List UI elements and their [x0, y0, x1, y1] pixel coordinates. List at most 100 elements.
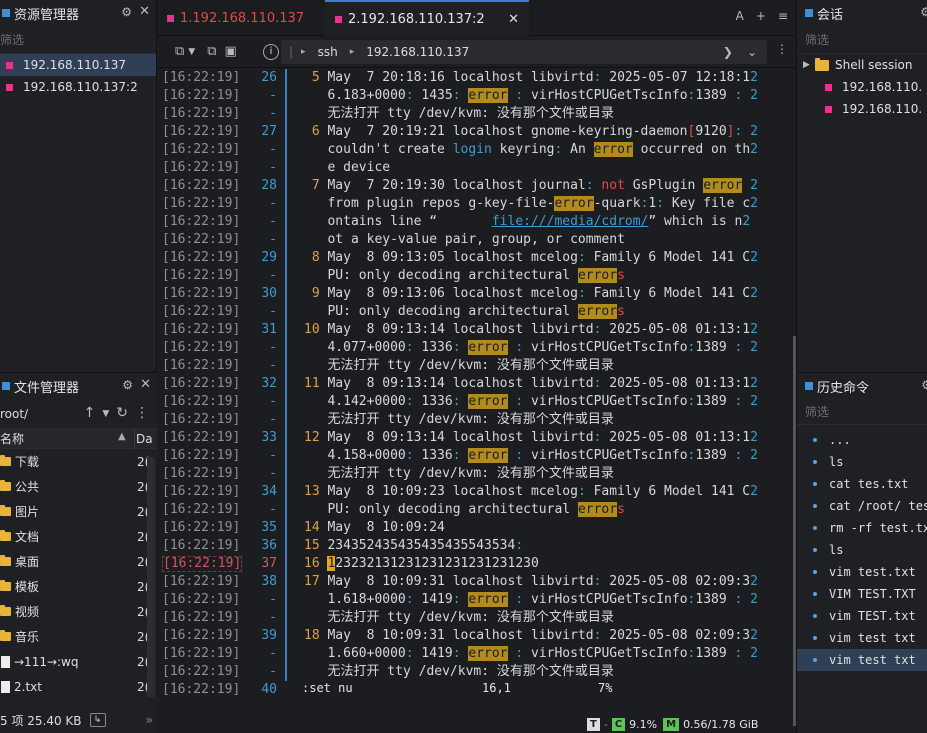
file-row[interactable]: 视频 2( — [0, 599, 157, 624]
gear-icon[interactable]: ⚙ — [920, 5, 927, 19]
history-item[interactable]: ls — [797, 451, 927, 473]
address-input[interactable]: | ▸ ssh ▸ 192.168.110.137 ❯ ⌄ — [281, 40, 767, 64]
file-row[interactable]: 文档 2( — [0, 524, 157, 549]
gutter-line-number: - — [269, 88, 277, 103]
file-list-scrollbar[interactable] — [147, 457, 155, 697]
left-sidebar: 资源管理器 ⚙ ✕ 筛选 192.168.110.137 192.168.110… — [0, 0, 157, 733]
chevron-right-icon[interactable]: » — [146, 713, 153, 727]
gutter-line-number: 33 — [261, 430, 277, 445]
vim-command: :set nu — [302, 681, 353, 695]
dropdown-icon[interactable]: ▼ — [188, 47, 195, 57]
file-row[interactable]: 下载 2( — [0, 449, 157, 474]
file-name: 图片 — [15, 505, 40, 519]
file-row[interactable]: 图片 2( — [0, 499, 157, 524]
dropdown-icon[interactable]: ▼ — [102, 409, 109, 421]
new-window-icon[interactable]: ⧉ — [175, 44, 184, 59]
separator-icon: | — [289, 45, 294, 59]
close-icon[interactable]: ✕ — [139, 4, 150, 19]
history-item[interactable]: vim TEST.txt — [797, 605, 927, 627]
explorer-filter-input[interactable]: 筛选 — [0, 26, 156, 54]
sessions-filter-input[interactable]: 筛选 — [797, 26, 927, 54]
more-icon[interactable]: ⋮ — [776, 42, 788, 56]
tab-session-1[interactable]: 1.192.168.110.137 — [157, 0, 325, 36]
history-command: vim TEST.txt — [829, 609, 916, 623]
terminal-line: [16:22:19] - 4.158+0000: 1336: error : vi… — [159, 447, 789, 465]
col-name[interactable]: 名称 — [0, 430, 24, 447]
navigate-icon[interactable]: ↳ — [89, 713, 106, 727]
gear-icon[interactable]: ⚙ — [921, 378, 927, 392]
terminal-line: [16:22:19] - 无法打开 tty /dev/kvm: 没有那个文件或目录 — [159, 105, 789, 123]
refresh-icon[interactable]: ↻ — [116, 405, 128, 421]
history-item[interactable]: VIM TEST.TXT — [797, 583, 927, 605]
tab-menu-button[interactable]: ≡ — [778, 9, 788, 23]
history-item[interactable]: ... — [797, 429, 927, 451]
gutter-line-number: 28 — [261, 178, 277, 193]
line-timestamp: [16:22:19] — [162, 412, 241, 427]
close-icon[interactable]: ✕ — [508, 12, 519, 27]
history-item[interactable]: vim test txt — [797, 627, 927, 649]
chevron-right-icon[interactable]: ❯ — [723, 45, 733, 59]
folder-icon — [0, 630, 11, 641]
history-filter-input[interactable]: 筛选 — [797, 399, 927, 425]
explorer-session-item[interactable]: 192.168.110.137 — [0, 54, 156, 76]
sort-up-icon[interactable]: ▲ — [118, 431, 126, 442]
explorer-title: 资源管理器 — [14, 7, 80, 23]
add-tab-button[interactable]: + — [756, 9, 766, 23]
cpu-badge: C — [611, 718, 626, 731]
file-icon — [1, 655, 10, 668]
info-icon[interactable]: i — [263, 44, 279, 60]
history-item[interactable]: cat /root/ tes — [797, 495, 927, 517]
explorer-session-item[interactable]: 192.168.110.137:2 — [0, 76, 156, 98]
file-row[interactable]: 模板 2( — [0, 574, 157, 599]
chevron-down-icon[interactable]: ⌄ — [747, 45, 757, 59]
vim-line: 18 May 8 10:09:31 localhost libvirtd: 20… — [304, 628, 758, 643]
file-row[interactable]: 桌面 2( — [0, 549, 157, 574]
chevron-right-icon: ▸ — [349, 47, 355, 57]
gutter-line-number: - — [269, 592, 277, 607]
vim-command-line: :set nu 16,1 7% — [302, 681, 782, 699]
line-timestamp: [16:22:19] — [162, 250, 241, 265]
history-item[interactable]: vim test txt — [797, 649, 927, 671]
session-item[interactable]: 192.168.110. — [797, 76, 927, 98]
gear-icon[interactable]: ⚙ — [122, 378, 133, 392]
more-icon[interactable]: ⋮ — [135, 405, 149, 421]
file-row[interactable]: →111→:wq 2( — [0, 649, 157, 674]
line-timestamp: [16:22:19] — [162, 592, 241, 607]
history-item[interactable]: rm -rf test.tx — [797, 517, 927, 539]
split-icon[interactable]: ▣ — [225, 44, 237, 59]
line-timestamp: [16:22:19] — [162, 610, 241, 625]
gutter-line-number: - — [269, 610, 277, 625]
vim-line: 无法打开 tty /dev/kvm: 没有那个文件或目录 — [304, 466, 614, 481]
file-row[interactable]: 公共 2( — [0, 474, 157, 499]
font-button[interactable]: A — [736, 9, 744, 23]
vim-line: 10 May 8 09:13:14 localhost libvirtd: 20… — [304, 322, 758, 337]
history-item[interactable]: cat tes.txt — [797, 473, 927, 495]
gear-icon[interactable]: ⚙ — [121, 5, 132, 19]
session-group[interactable]: ▶ Shell session — [797, 54, 927, 76]
file-name: 模板 — [15, 580, 40, 594]
file-row[interactable]: 2.txt 2( — [0, 674, 157, 699]
session-icon — [335, 15, 342, 23]
vim-line: 6 May 7 20:19:21 localhost gnome-keyring… — [304, 124, 758, 139]
terminal-area: 1.192.168.110.137 2.192.168.110.137:2 ✕ … — [157, 0, 796, 733]
line-timestamp: [16:22:19] — [162, 160, 241, 175]
tab-session-2[interactable]: 2.192.168.110.137:2 ✕ — [325, 0, 529, 36]
folder-icon — [0, 505, 11, 516]
close-icon[interactable]: ✕ — [140, 377, 151, 392]
gutter-line-number: - — [269, 268, 277, 283]
file-name: 公共 — [15, 480, 40, 494]
file-manager-header: 文件管理器 ⚙ ✕ — [0, 373, 157, 399]
path-input[interactable]: root/ — [0, 407, 28, 421]
history-item[interactable]: vim test.txt — [797, 561, 927, 583]
history-item[interactable]: ls — [797, 539, 927, 561]
vim-line: e device — [304, 160, 391, 175]
bullet-icon — [813, 438, 817, 442]
session-item[interactable]: 192.168.110. — [797, 98, 927, 120]
up-arrow-icon[interactable]: ↑ — [84, 405, 96, 421]
file-row[interactable]: 音乐 2( — [0, 624, 157, 649]
terminal-output[interactable]: [16:22:19] 26 5 May 7 20:18:16 localhost … — [159, 69, 789, 705]
col-date[interactable]: Da — [134, 429, 153, 449]
duplicate-icon[interactable]: ⧉ — [207, 44, 216, 59]
expand-icon[interactable]: ▶ — [797, 60, 811, 70]
history-command: ls — [829, 455, 844, 469]
